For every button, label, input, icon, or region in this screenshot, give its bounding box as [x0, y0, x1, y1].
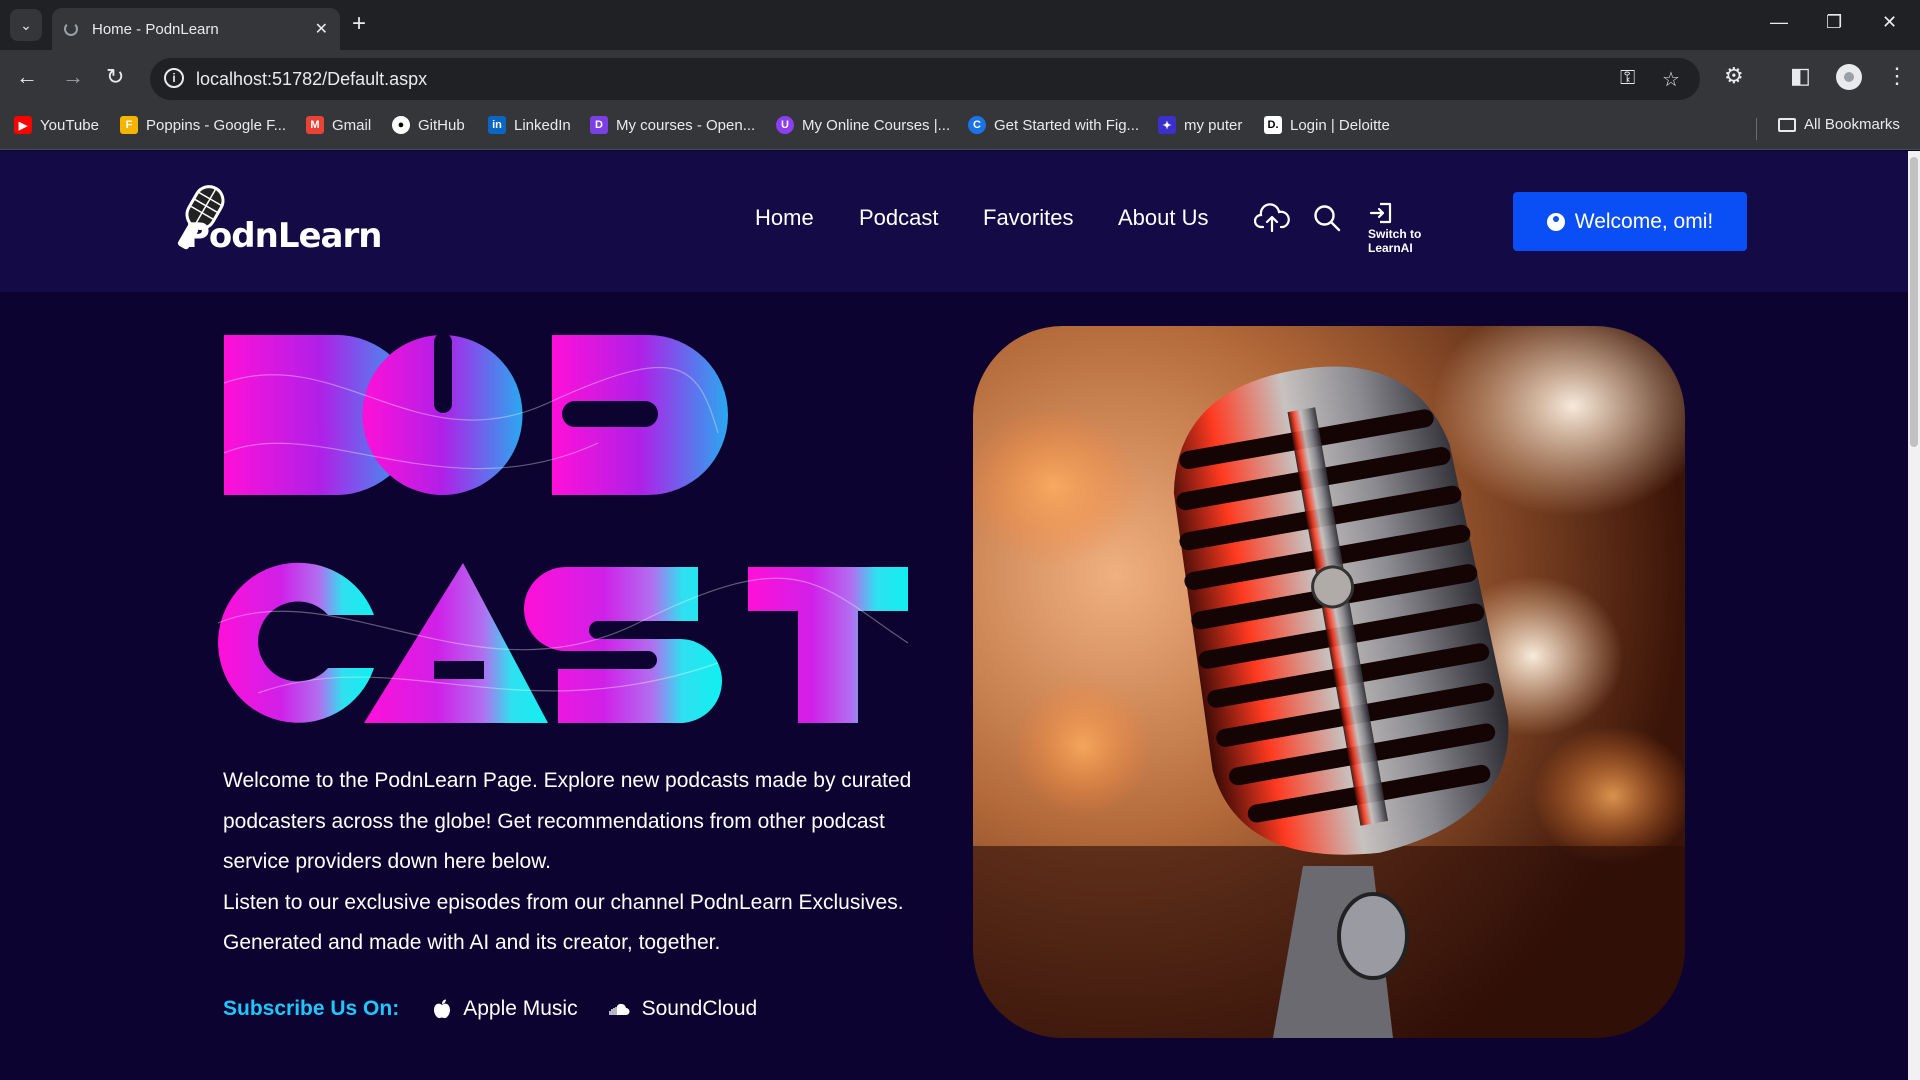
- folder-icon: [1778, 117, 1796, 132]
- loading-icon: [64, 22, 78, 36]
- microphone-image: [973, 326, 1685, 1038]
- all-bookmarks[interactable]: All Bookmarks: [1778, 116, 1900, 133]
- cloud-upload-icon[interactable]: [1254, 203, 1290, 235]
- bookmark-figma[interactable]: C Get Started with Fig...: [968, 116, 1139, 134]
- minimize-icon[interactable]: —: [1770, 12, 1788, 33]
- bookmark-linkedin[interactable]: in LinkedIn: [488, 116, 571, 134]
- back-icon[interactable]: ←: [16, 66, 38, 88]
- github-icon: ●: [392, 116, 410, 134]
- password-key-icon[interactable]: ⚿: [1620, 67, 1635, 90]
- courses-icon: D: [590, 116, 608, 134]
- subscribe-label: Subscribe Us On:: [223, 997, 400, 1020]
- extensions-icon[interactable]: ⚙: [1724, 64, 1744, 88]
- bookmark-gmail[interactable]: M Gmail: [306, 116, 371, 134]
- url-text[interactable]: localhost:51782/Default.aspx: [196, 69, 427, 90]
- linkedin-icon: in: [488, 116, 506, 134]
- deloitte-icon: D.: [1264, 116, 1282, 134]
- google-fonts-icon: F: [120, 116, 138, 134]
- nav-podcast[interactable]: Podcast: [859, 205, 939, 231]
- nav-about-us[interactable]: About Us: [1118, 205, 1209, 231]
- new-tab-icon[interactable]: +: [352, 12, 366, 36]
- subscribe-row: Subscribe Us On: Apple Music SoundCloud: [223, 997, 787, 1021]
- nav-favorites[interactable]: Favorites: [983, 205, 1073, 231]
- bookmarks-bar: ▶ YouTube F Poppins - Google F... M Gmai…: [0, 106, 1920, 150]
- tab-search-chevron-icon[interactable]: ⌄: [10, 9, 42, 41]
- bookmark-poppins[interactable]: F Poppins - Google F...: [120, 116, 286, 134]
- browser-toolbar: ← → ↻ i localhost:51782/Default.aspx ⚿ ☆…: [0, 50, 1920, 106]
- tab-title: Home - PodnLearn: [92, 20, 219, 38]
- welcome-user-button[interactable]: Welcome, omi!: [1513, 192, 1747, 251]
- restore-icon[interactable]: ❐: [1826, 12, 1842, 33]
- bookmark-my-puter[interactable]: ✦ my puter: [1158, 116, 1242, 134]
- apple-icon: [434, 999, 451, 1019]
- udemy-icon: U: [776, 116, 794, 134]
- welcome-label: Welcome, omi!: [1574, 209, 1714, 233]
- site-header: PodnLearn Home Podcast Favorites About U…: [0, 151, 1908, 292]
- bookmark-deloitte[interactable]: D. Login | Deloitte: [1264, 116, 1390, 134]
- search-icon[interactable]: [1312, 203, 1342, 233]
- menu-kebab-icon[interactable]: ⋮: [1886, 64, 1908, 88]
- puter-icon: ✦: [1158, 116, 1176, 134]
- web-page: PodnLearn Home Podcast Favorites About U…: [0, 151, 1908, 1080]
- c-icon: C: [968, 116, 986, 134]
- hero-description-1: Welcome to the PodnLearn Page. Explore n…: [223, 769, 912, 873]
- hero-description-2: Listen to our exclusive episodes from ou…: [223, 890, 904, 955]
- reload-icon[interactable]: ↻: [106, 66, 124, 88]
- window-close-icon[interactable]: ✕: [1882, 12, 1897, 33]
- bookmark-my-courses[interactable]: D My courses - Open...: [590, 116, 755, 134]
- switch-to-learnai[interactable]: Switch to LearnAI: [1368, 201, 1468, 255]
- soundcloud-link[interactable]: SoundCloud: [608, 997, 757, 1021]
- bookmarks-divider: [1756, 118, 1757, 140]
- browser-tabbar: ⌄ Home - PodnLearn ✕ + — ❐ ✕: [0, 0, 1920, 50]
- tab-close-icon[interactable]: ✕: [315, 19, 328, 39]
- profile-avatar[interactable]: [1836, 64, 1862, 90]
- bookmark-github[interactable]: ● GitHub: [392, 116, 465, 134]
- switch-label: Switch to LearnAI: [1368, 227, 1422, 255]
- user-circle-icon: [1546, 212, 1565, 231]
- apple-music-link[interactable]: Apple Music: [433, 997, 578, 1021]
- login-arrow-icon: [1369, 202, 1392, 224]
- address-bar[interactable]: i localhost:51782/Default.aspx ⚿ ☆: [150, 58, 1700, 100]
- bookmark-star-icon[interactable]: ☆: [1662, 67, 1680, 92]
- soundcloud-icon: [608, 1003, 630, 1015]
- bookmark-online-courses[interactable]: U My Online Courses |...: [776, 116, 950, 134]
- forward-icon[interactable]: →: [62, 66, 84, 88]
- site-info-icon[interactable]: i: [164, 68, 184, 88]
- page-scrollbar[interactable]: [1908, 151, 1920, 1080]
- gmail-icon: M: [306, 116, 324, 134]
- browser-tab[interactable]: Home - PodnLearn ✕: [52, 8, 340, 50]
- bookmark-youtube[interactable]: ▶ YouTube: [14, 116, 99, 134]
- side-panel-icon[interactable]: ◧: [1790, 64, 1811, 88]
- youtube-icon: ▶: [14, 116, 32, 134]
- nav-home[interactable]: Home: [755, 205, 814, 231]
- logo-text[interactable]: PodnLearn: [185, 216, 382, 256]
- scrollbar-thumb[interactable]: [1910, 157, 1918, 447]
- hero-description: Welcome to the PodnLearn Page. Explore n…: [223, 761, 913, 964]
